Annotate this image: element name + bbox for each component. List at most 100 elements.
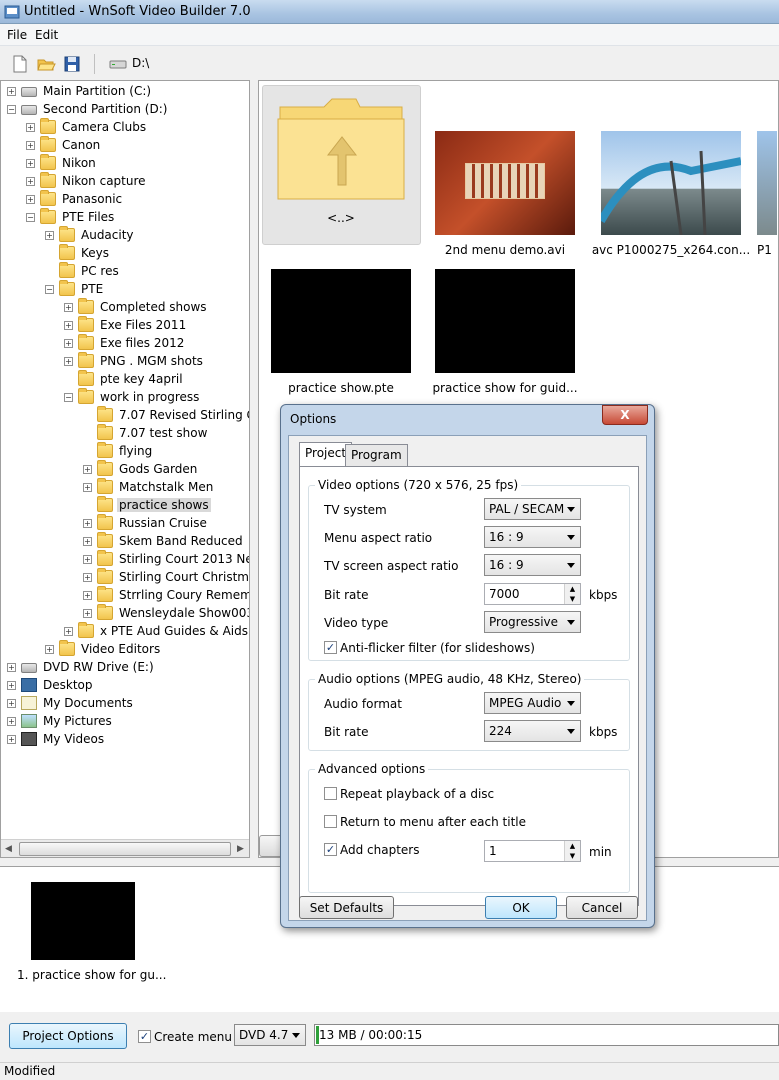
tree-item[interactable]: + Camera Clubs (1, 118, 249, 137)
open-icon[interactable] (36, 54, 56, 74)
collapse-icon[interactable]: − (64, 393, 73, 402)
tree-item[interactable]: + Canon (1, 136, 249, 155)
tree-item[interactable]: − PTE Files (1, 208, 249, 227)
tree-item[interactable]: + Matchstalk Men (1, 478, 249, 497)
file-item-p1[interactable]: P1 (757, 131, 778, 257)
tree-item[interactable]: + x PTE Aud Guides & Aids (1, 622, 249, 641)
disc-size-select[interactable]: DVD 4.7 (234, 1024, 306, 1046)
file-item-avc-p1000275[interactable]: avc P1000275_x264.con... (591, 131, 751, 257)
expand-icon[interactable]: + (83, 573, 92, 582)
expand-icon[interactable]: + (64, 357, 73, 366)
tree-item[interactable]: + DVD RW Drive (E:) (1, 659, 249, 677)
tree-item[interactable]: + Russian Cruise (1, 514, 249, 533)
close-button[interactable]: X (602, 405, 648, 425)
spin-down-icon[interactable]: ▼ (564, 851, 580, 861)
expand-icon[interactable]: + (26, 195, 35, 204)
tab-program[interactable]: Program (345, 444, 408, 466)
tree-item[interactable]: + Strrling Coury Rememb (1, 586, 249, 605)
expand-icon[interactable]: + (83, 591, 92, 600)
tree-item[interactable]: + Exe files 2012 (1, 334, 249, 353)
menu-file[interactable]: File (7, 28, 27, 42)
expand-icon[interactable]: + (83, 519, 92, 528)
file-item-2nd-menu-demo[interactable]: 2nd menu demo.avi (425, 131, 585, 257)
expand-icon[interactable]: + (7, 699, 16, 708)
tree-item[interactable]: 7.07 test show (1, 424, 249, 443)
chapters-interval-input[interactable]: 1 ▲ ▼ (484, 840, 581, 862)
expand-icon[interactable]: + (83, 483, 92, 492)
expand-icon[interactable]: + (26, 141, 35, 150)
expand-icon[interactable]: + (7, 87, 16, 96)
tree-item[interactable]: + Desktop (1, 677, 249, 695)
tree-item[interactable]: + PNG . MGM shots (1, 352, 249, 371)
file-item-parent[interactable]: <..> (261, 95, 421, 225)
expand-icon[interactable]: + (7, 735, 16, 744)
new-icon[interactable] (10, 54, 30, 74)
tv-aspect-select[interactable]: 16 : 9 (484, 554, 581, 576)
antiflicker-checkbox[interactable]: ✓ (324, 641, 337, 654)
tree-item[interactable]: + Completed shows (1, 298, 249, 317)
tree-item[interactable]: + Wensleydale Show0038 (1, 604, 249, 623)
expand-icon[interactable]: + (64, 303, 73, 312)
tree-item[interactable]: + My Pictures (1, 713, 249, 731)
create-menu-checkbox[interactable]: ✓ (138, 1030, 151, 1043)
file-item-practice-show-guide[interactable]: practice show for guid... (425, 269, 585, 395)
spin-down-icon[interactable]: ▼ (564, 594, 580, 604)
expand-icon[interactable]: + (7, 681, 16, 690)
tree-item[interactable]: 7.07 Revised Stirling Cou (1, 406, 249, 425)
video-bitrate-input[interactable]: 7000 ▲ ▼ (484, 583, 581, 605)
folder-tree[interactable]: + Main Partition (C:) − Second Partition (D… (0, 80, 250, 858)
tree-item[interactable]: practice shows (1, 496, 249, 515)
collapse-icon[interactable]: − (7, 105, 16, 114)
expand-icon[interactable]: + (7, 663, 16, 672)
return-to-menu-checkbox[interactable] (324, 815, 337, 828)
tree-item[interactable]: + Exe Files 2011 (1, 316, 249, 335)
video-type-select[interactable]: Progressive (484, 611, 581, 633)
tree-item[interactable]: Keys (1, 244, 249, 263)
expand-icon[interactable]: + (83, 609, 92, 618)
tv-system-select[interactable]: PAL / SECAM (484, 498, 581, 520)
tree-item[interactable]: + My Documents (1, 695, 249, 713)
ok-button[interactable]: OK (485, 896, 557, 919)
expand-icon[interactable]: + (64, 321, 73, 330)
scroll-left-icon[interactable]: ◀ (5, 844, 12, 854)
repeat-playback-checkbox[interactable] (324, 787, 337, 800)
tree-item[interactable]: + Nikon capture (1, 172, 249, 191)
add-chapters-checkbox[interactable]: ✓ (324, 843, 337, 856)
audio-bitrate-select[interactable]: 224 (484, 720, 581, 742)
tree-item[interactable]: + Video Editors (1, 640, 249, 659)
tree-item[interactable]: pte key 4april (1, 370, 249, 389)
project-options-button[interactable]: Project Options (9, 1023, 127, 1049)
expand-icon[interactable]: + (26, 177, 35, 186)
expand-icon[interactable]: + (26, 123, 35, 132)
scroll-thumb[interactable] (19, 842, 231, 856)
expand-icon[interactable]: + (26, 159, 35, 168)
audio-format-select[interactable]: MPEG Audio (484, 692, 581, 714)
cancel-button[interactable]: Cancel (566, 896, 638, 919)
collapse-icon[interactable]: − (45, 285, 54, 294)
menu-edit[interactable]: Edit (35, 28, 58, 42)
drive-icon[interactable] (108, 54, 128, 74)
tree-item[interactable]: + Stirling Court 2013 New Y (1, 550, 249, 569)
save-icon[interactable] (62, 54, 82, 74)
expand-icon[interactable]: + (83, 555, 92, 564)
expand-icon[interactable]: + (45, 645, 54, 654)
expand-icon[interactable]: + (83, 465, 92, 474)
menu-aspect-select[interactable]: 16 : 9 (484, 526, 581, 548)
tree-item[interactable]: + Nikon (1, 154, 249, 173)
tree-item[interactable]: − work in progress (1, 388, 249, 407)
set-defaults-button[interactable]: Set Defaults (299, 896, 394, 919)
tree-item[interactable]: + Audacity (1, 226, 249, 245)
expand-icon[interactable]: + (45, 231, 54, 240)
expand-icon[interactable]: + (64, 627, 73, 636)
spin-up-icon[interactable]: ▲ (564, 584, 580, 594)
scroll-right-icon[interactable]: ▶ (237, 844, 244, 854)
expand-icon[interactable]: + (7, 717, 16, 726)
tree-item[interactable]: + Stirling Court Christmas (1, 568, 249, 587)
current-path[interactable]: D:\ (132, 56, 149, 70)
expand-icon[interactable]: + (64, 339, 73, 348)
tree-horizontal-scrollbar[interactable]: ◀ ▶ (1, 839, 249, 857)
tree-item[interactable]: + My Videos (1, 731, 249, 749)
file-item-practice-show-pte[interactable]: practice show.pte (261, 269, 421, 395)
timeline-thumbnail[interactable] (31, 882, 135, 960)
tree-item[interactable]: + Panasonic (1, 190, 249, 209)
